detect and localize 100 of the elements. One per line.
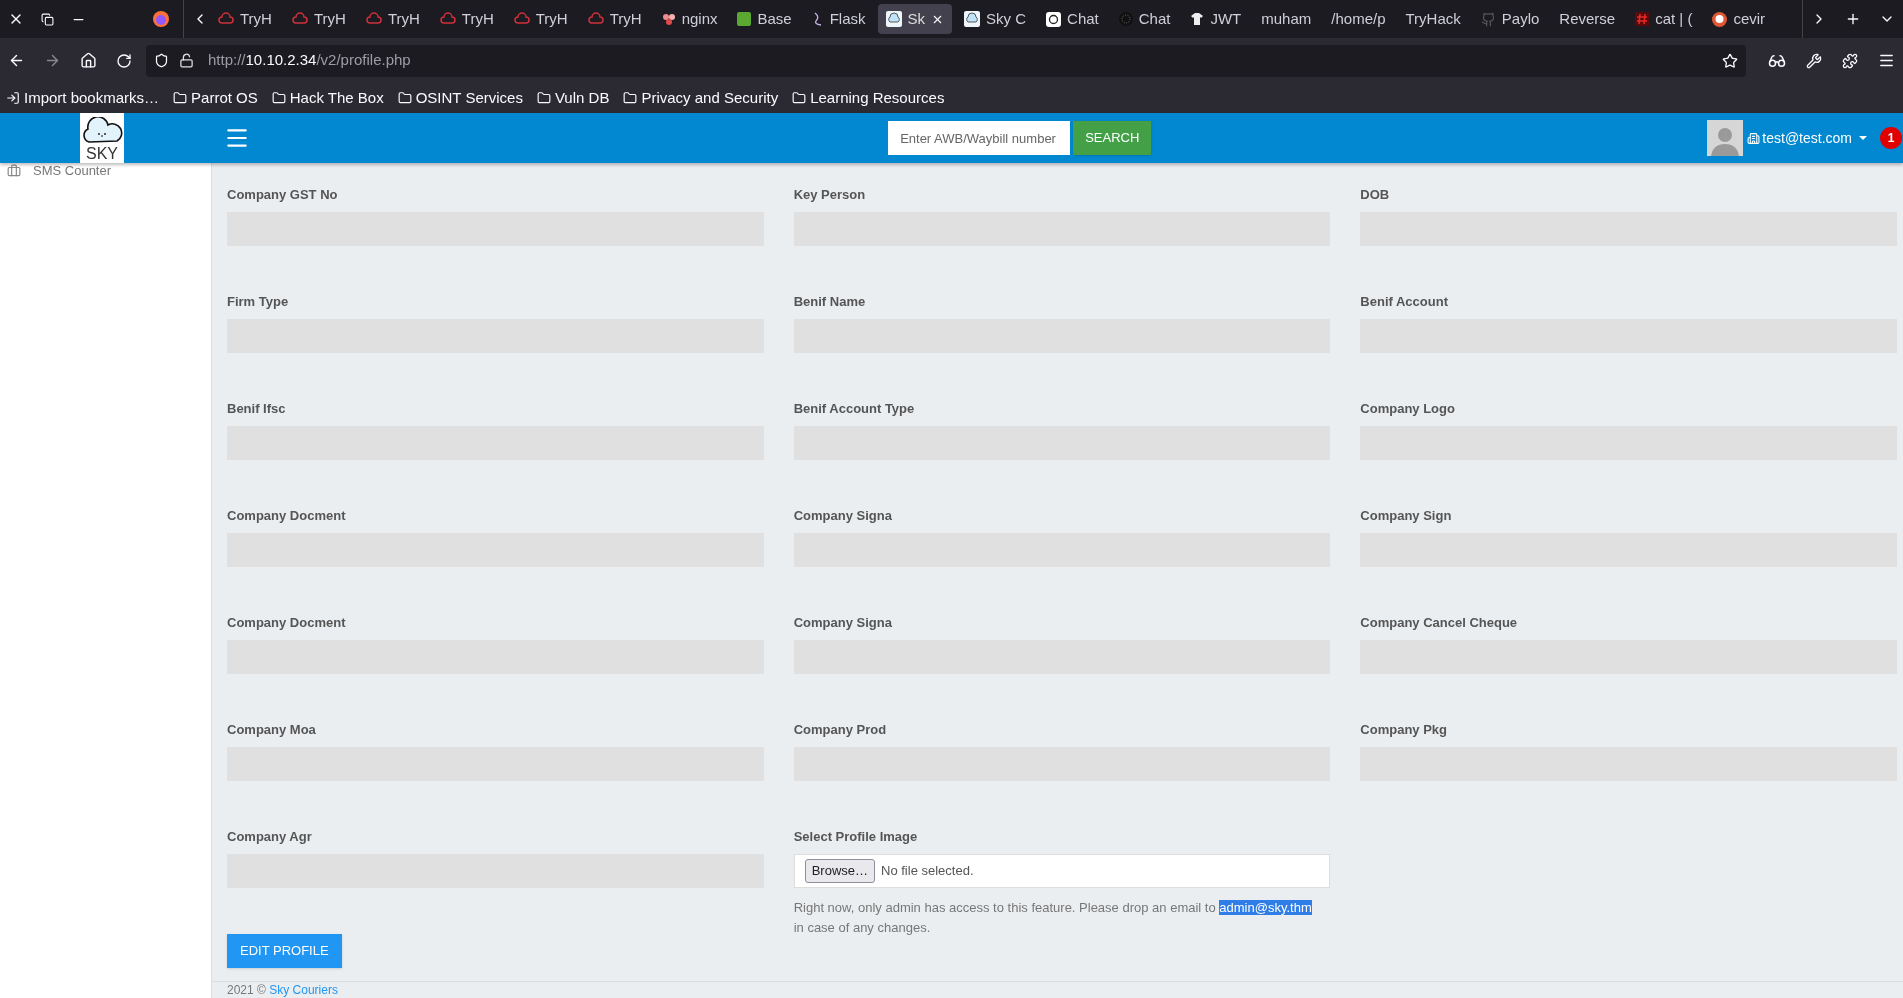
tab-title: Sk — [907, 8, 926, 29]
folder-icon — [536, 91, 551, 105]
field-label: Company Agr — [227, 828, 313, 846]
tab-title: TryH — [609, 8, 642, 29]
back-icon[interactable] — [8, 52, 25, 69]
browser-tab[interactable]: TryH — [283, 4, 354, 34]
tab-title: nginx — [681, 8, 718, 29]
orb-icon — [1118, 12, 1133, 26]
extensions-icon[interactable] — [1842, 52, 1858, 69]
cloud-icon — [365, 12, 382, 26]
browser-tab[interactable]: TryH — [357, 4, 428, 34]
home-icon[interactable] — [80, 52, 97, 69]
browser-tab[interactable]: cevir — [1704, 4, 1774, 34]
tab-title: Flask — [829, 8, 866, 29]
shirt-icon — [1190, 12, 1205, 26]
tab-title: TryH — [535, 8, 568, 29]
browse-button[interactable]: Browse… — [804, 859, 875, 883]
tab-title: muham — [1261, 8, 1312, 29]
browser-tab[interactable]: cat | ( — [1627, 4, 1701, 34]
field-label: Company Prod — [793, 721, 888, 739]
browser-tab[interactable]: Sky C — [956, 4, 1035, 34]
browser-tab[interactable]: Base — [729, 4, 800, 34]
browser-tab[interactable]: Flask — [803, 4, 874, 34]
folder-icon — [173, 91, 188, 105]
github-icon — [1480, 11, 1496, 27]
folder-icon — [623, 91, 638, 105]
dots-icon — [661, 12, 676, 26]
cloud-icon — [587, 12, 604, 26]
restore-icon[interactable] — [41, 12, 54, 26]
browser-tab[interactable]: Reverse — [1551, 4, 1624, 34]
cloud-icon — [885, 11, 902, 27]
browser-tab[interactable]: TryHack — [1397, 4, 1469, 34]
tab-title: TryH — [387, 8, 420, 29]
avatar[interactable] — [1707, 120, 1744, 156]
email-link[interactable]: admin@sky.thm — [1219, 900, 1312, 915]
tab-title: Chat — [1138, 8, 1171, 29]
insecure-lock-icon[interactable] — [179, 53, 194, 68]
duck-icon — [1712, 11, 1728, 27]
field-label: Company Sign — [1360, 507, 1453, 525]
tab-title: JWT — [1210, 8, 1242, 29]
user-menu[interactable]: test@test.com — [1747, 127, 1868, 149]
bookmark-item[interactable]: Learning Resources — [792, 86, 945, 110]
bookmark-item[interactable]: Vuln DB — [536, 86, 610, 110]
bookmark-item[interactable]: Parrot OS — [173, 86, 258, 110]
field-label: Company Pkg — [1360, 721, 1448, 739]
tab-title: TryHack — [1405, 8, 1461, 29]
field-label: Company Cancel Cheque — [1360, 614, 1519, 632]
browser-tab[interactable]: TryH — [431, 4, 502, 34]
browser-tab[interactable]: Chat — [1038, 4, 1107, 34]
tab-title: Reverse — [1559, 8, 1616, 29]
folder-icon — [397, 91, 412, 105]
file-status: No file selected. — [881, 862, 974, 881]
tab-title: Base — [757, 8, 792, 29]
logo-text: SKY — [86, 145, 118, 163]
browser-tab[interactable]: muham — [1253, 4, 1320, 34]
browser-tab[interactable]: TryH — [210, 4, 280, 34]
field-label: Company GST No — [227, 186, 339, 204]
browser-tab[interactable]: nginx — [653, 4, 726, 34]
address-bar[interactable]: http://10.10.2.34/v2/profile.php — [146, 44, 1746, 77]
tab-title: cat | ( — [1655, 8, 1693, 29]
field-label: Company Docment — [227, 507, 347, 525]
logo[interactable]: SKY — [80, 113, 124, 163]
bookmark-item[interactable]: Hack The Box — [271, 86, 384, 110]
tab-title: cevir — [1733, 8, 1766, 29]
tab-title: TryH — [461, 8, 494, 29]
bookmark-item[interactable]: Import bookmarks… — [6, 86, 160, 110]
tab-title: /home/p — [1331, 8, 1386, 29]
cloud-icon — [964, 11, 981, 27]
cloud-icon — [513, 12, 530, 26]
sidebar-item[interactable]: SMS Counter — [0, 163, 211, 179]
cloud-logo-icon — [81, 117, 123, 145]
file-input[interactable]: Browse… No file selected. — [793, 854, 1331, 888]
browser-tab[interactable]: Sk — [877, 4, 953, 34]
caret-icon — [1858, 135, 1868, 141]
bookmark-star-icon[interactable] — [1722, 52, 1738, 69]
field-label: DOB — [1360, 186, 1391, 204]
field-label: Company Logo — [1360, 400, 1456, 418]
browser-tab[interactable]: JWT — [1182, 4, 1250, 34]
browser-tab[interactable]: TryH — [579, 4, 650, 34]
tab-title: Paylo — [1501, 8, 1540, 29]
browser-tab[interactable]: TryH — [505, 4, 576, 34]
copyright-text: 2021 © — [227, 983, 266, 997]
browser-tab[interactable]: Chat — [1110, 4, 1179, 34]
tab-title: Chat — [1067, 8, 1099, 29]
shield-icon[interactable] — [154, 53, 169, 68]
notification-badge[interactable]: 1 — [1880, 127, 1902, 149]
browser-tab[interactable]: /home/p — [1323, 4, 1394, 34]
field-label: Company Signa — [793, 507, 893, 525]
wrench-icon[interactable] — [1806, 52, 1822, 69]
bookmark-item[interactable]: Privacy and Security — [623, 86, 779, 110]
import-icon — [6, 91, 20, 105]
waybill-search-field[interactable]: Enter AWB/Waybill number — [888, 121, 1071, 155]
browser-tab[interactable]: Paylo — [1472, 4, 1548, 34]
field-label: Benif Name — [793, 293, 867, 311]
bookmark-item[interactable]: OSINT Services — [397, 86, 523, 110]
admin-note: Right now, only admin has access to this feature. Please drop an email to admin@sky.thm in case of any changes. — [793, 899, 1313, 937]
reload-icon[interactable] — [116, 52, 132, 69]
menu-icon[interactable] — [1878, 52, 1895, 69]
forward-icon[interactable] — [44, 52, 61, 69]
new-tab-icon[interactable] — [1845, 11, 1861, 27]
